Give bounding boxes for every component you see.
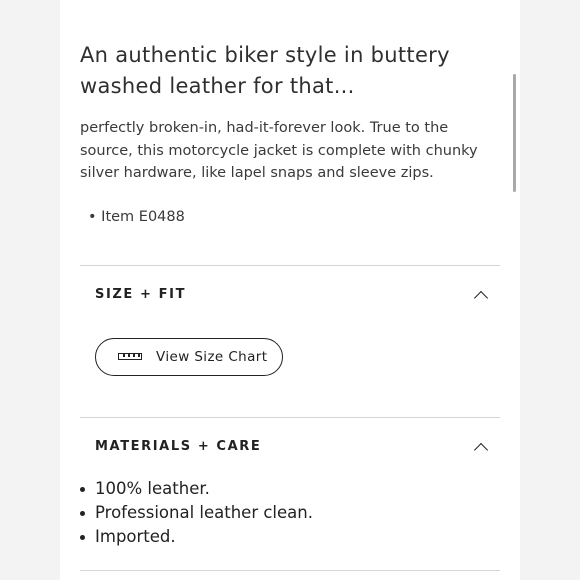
scrollbar[interactable] <box>513 74 516 192</box>
size-fit-title: SIZE + FIT <box>95 287 187 302</box>
list-item: 100% leather. <box>80 477 313 501</box>
view-size-chart-button[interactable]: View Size Chart <box>95 338 283 376</box>
product-details-panel: An authentic biker style in buttery wash… <box>60 0 520 580</box>
materials-care-title: MATERIALS + CARE <box>95 439 262 454</box>
divider <box>80 265 500 266</box>
list-item: Imported. <box>80 525 313 549</box>
materials-list: 100% leather. Professional leather clean… <box>80 477 313 549</box>
divider <box>80 570 500 571</box>
ruler-icon <box>118 353 142 360</box>
view-size-chart-label: View Size Chart <box>156 349 268 365</box>
item-number: • Item E0488 <box>88 209 185 225</box>
chevron-up-icon[interactable] <box>473 442 489 458</box>
product-headline: An authentic biker style in buttery wash… <box>80 43 450 98</box>
chevron-up-icon[interactable] <box>473 290 489 306</box>
divider <box>80 417 500 418</box>
list-item: Professional leather clean. <box>80 501 313 525</box>
product-description: perfectly broken-in, had-it-forever look… <box>80 120 478 181</box>
